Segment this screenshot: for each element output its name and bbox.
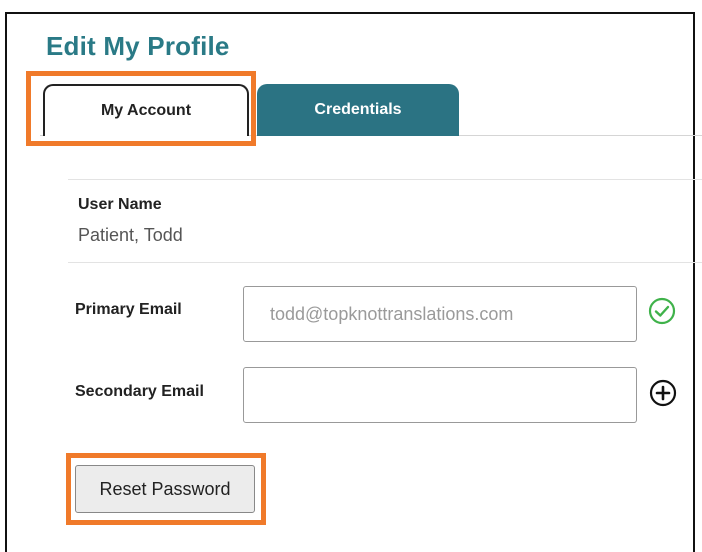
primary-email-field[interactable] [243,286,637,342]
check-circle-icon [646,295,678,327]
primary-email-label: Primary Email [75,301,182,318]
page-title: Edit My Profile [46,31,230,61]
secondary-email-field[interactable] [243,367,637,423]
divider [68,262,702,263]
tab-highlight-box [26,71,256,146]
plus-circle-icon[interactable] [647,377,679,409]
tab-credentials[interactable]: Credentials [257,84,459,136]
reset-highlight-box [66,453,266,525]
divider [68,179,702,180]
username-label: User Name [78,196,162,213]
username-value: Patient, Todd [78,225,183,245]
tab-label: Credentials [314,101,402,118]
secondary-email-label: Secondary Email [75,383,204,400]
